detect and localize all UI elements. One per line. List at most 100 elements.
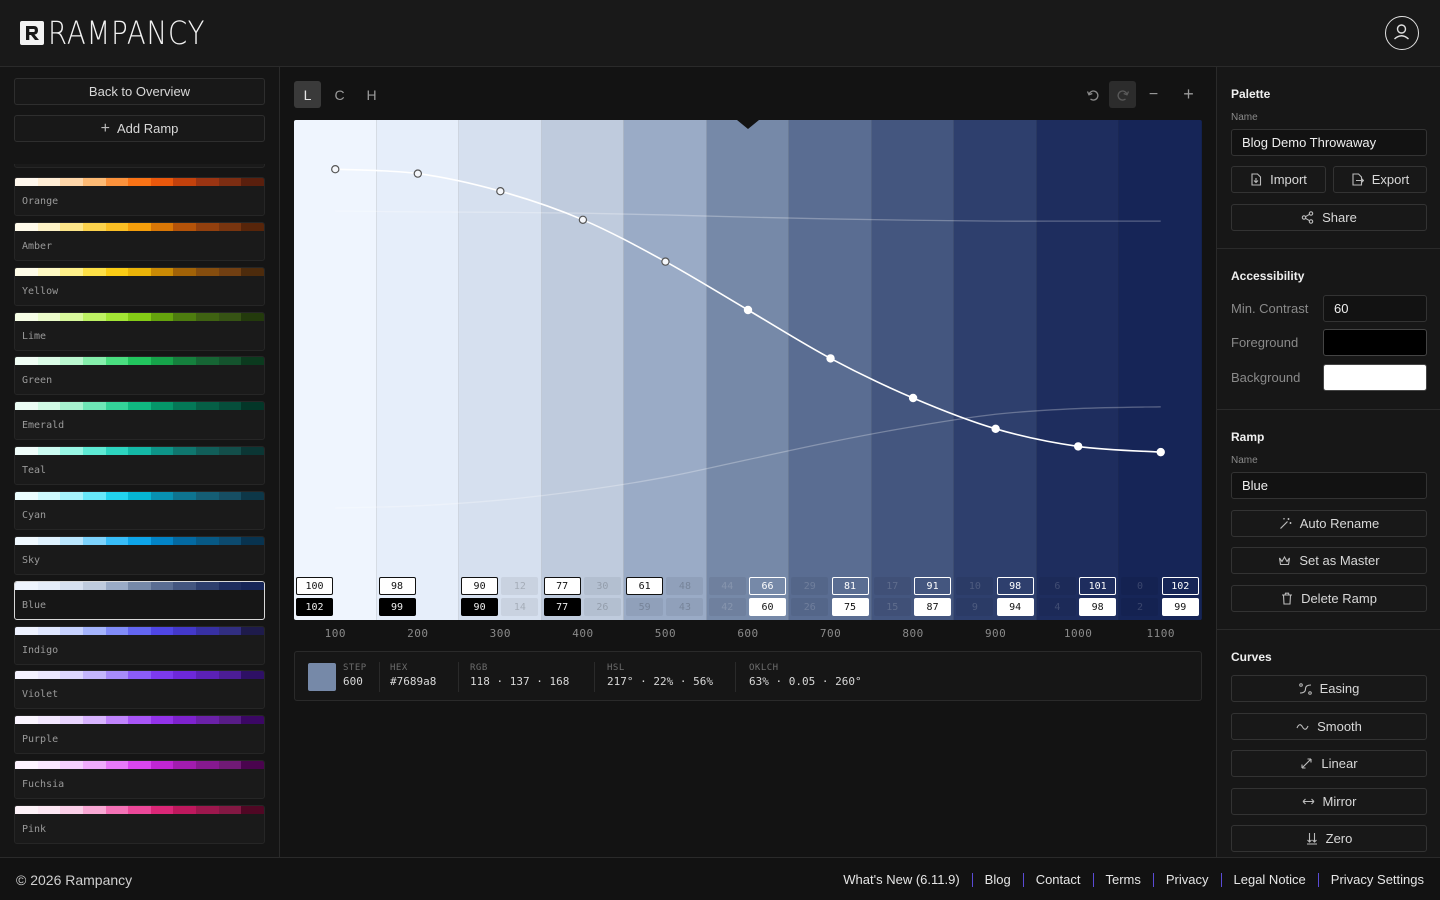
ramp-name: Sky xyxy=(22,554,41,566)
curve-point-1000[interactable] xyxy=(1073,442,1083,451)
ramp-item-orange[interactable]: Orange xyxy=(14,177,265,216)
ramp-item-amber[interactable]: Amber xyxy=(14,221,265,261)
curve-point-800[interactable] xyxy=(908,393,918,403)
curve-point-300[interactable] xyxy=(496,186,505,196)
info-rgb: RGB 118 · 137 · 168 xyxy=(470,663,569,688)
ramp-swatch xyxy=(173,447,197,456)
footer-link-privacy-settings[interactable]: Privacy Settings xyxy=(1331,872,1424,887)
rgb-value[interactable]: 118 · 137 · 168 xyxy=(470,675,569,688)
ramp-item-indigo[interactable]: Indigo xyxy=(14,625,265,665)
contrast-badge-on-dark: 90 xyxy=(461,598,499,616)
curve-point-700[interactable] xyxy=(826,354,835,363)
contrast-badge-on-dark: 15 xyxy=(873,598,911,616)
hsl-value[interactable]: 217° · 22% · 56% xyxy=(607,675,713,688)
share-button[interactable]: Share xyxy=(1231,204,1427,231)
ramp-swatch xyxy=(150,716,174,725)
background-color-picker[interactable] xyxy=(1323,364,1427,391)
oklch-value[interactable]: 63% · 0.05 · 260° xyxy=(749,675,862,688)
ramp-item-pink[interactable]: Pink xyxy=(14,804,265,844)
undo-button[interactable] xyxy=(1079,81,1106,108)
ramp-item-partial[interactable] xyxy=(14,164,265,168)
curve-plot[interactable] xyxy=(294,120,1202,620)
footer-link-legal-notice[interactable]: Legal Notice xyxy=(1234,872,1306,887)
curve-point-1100[interactable] xyxy=(1156,447,1165,457)
ramp-item-sky[interactable]: Sky xyxy=(14,535,265,575)
user-avatar-button[interactable] xyxy=(1385,16,1419,50)
curve-point-400[interactable] xyxy=(578,215,588,225)
zoom-in-button[interactable]: + xyxy=(1175,81,1202,108)
footer-link-separator xyxy=(971,872,973,887)
easing-label: Easing xyxy=(1319,681,1360,696)
ramp-swatch xyxy=(60,761,83,770)
lightness-curve-chart[interactable]: 1000102098099090129014773077266148594344… xyxy=(294,120,1202,620)
ramp-item-green[interactable]: Green xyxy=(14,356,265,396)
palette-name-input[interactable]: Blog Demo Throwaway xyxy=(1231,129,1427,156)
import-button[interactable]: Import xyxy=(1231,166,1326,193)
smooth-button[interactable]: Smooth xyxy=(1231,713,1427,740)
delete-ramp-button[interactable]: Delete Ramp xyxy=(1231,585,1427,612)
ramp-swatch xyxy=(241,536,264,545)
curve-point-900[interactable] xyxy=(991,424,1000,433)
linear-button[interactable]: Linear xyxy=(1231,750,1427,777)
curve-point-600[interactable] xyxy=(743,305,753,315)
ramp-swatch xyxy=(218,447,242,456)
hex-value[interactable]: #7689a8 xyxy=(390,675,436,688)
ramp-swatch xyxy=(150,805,174,814)
zoom-out-button[interactable]: − xyxy=(1140,81,1167,108)
tab-c[interactable]: C xyxy=(326,81,353,108)
ramp-swatch xyxy=(82,267,106,276)
mirror-button[interactable]: Mirror xyxy=(1231,788,1427,815)
ramp-swatch xyxy=(105,357,129,366)
easing-button[interactable]: Easing xyxy=(1231,675,1427,702)
back-to-overview-button[interactable]: Back to Overview xyxy=(14,78,265,105)
curve-point-500[interactable] xyxy=(661,257,670,266)
ramp-swatch xyxy=(173,626,197,635)
set-as-master-button[interactable]: Set as Master xyxy=(1231,547,1427,574)
add-ramp-button[interactable]: + Add Ramp xyxy=(14,115,265,142)
ramp-swatch-strip xyxy=(15,447,264,456)
zero-button[interactable]: Zero xyxy=(1231,825,1427,852)
curve-point-100[interactable] xyxy=(331,165,340,174)
ramp-swatch xyxy=(60,626,83,635)
ramp-item-teal[interactable]: Teal xyxy=(14,446,265,486)
contrast-badge-on-dark: 99 xyxy=(378,598,416,616)
diagonal-arrow-icon xyxy=(1301,758,1312,769)
ramp-item-fuchsia[interactable]: Fuchsia xyxy=(14,760,265,800)
ramp-swatch xyxy=(60,402,83,411)
footer-link-what-s-new-6-11-9[interactable]: What's New (6.11.9) xyxy=(843,872,959,887)
tab-l[interactable]: L xyxy=(294,81,321,108)
footer-link-contact[interactable]: Contact xyxy=(1036,872,1081,887)
ramp-item-violet[interactable]: Violet xyxy=(14,670,265,710)
foreground-color-picker[interactable] xyxy=(1323,329,1427,356)
curve-point-200[interactable] xyxy=(413,169,423,178)
redo-button[interactable] xyxy=(1109,81,1136,108)
logo[interactable]: RAMPANCY xyxy=(20,16,231,50)
ramp-name: Fuchsia xyxy=(22,779,65,791)
auto-rename-button[interactable]: Auto Rename xyxy=(1231,510,1427,537)
ramp-item-blue[interactable]: Blue xyxy=(14,580,265,620)
ramp-swatch xyxy=(173,178,197,186)
ramp-name: Violet xyxy=(22,689,59,701)
ramp-name-input[interactable]: Blue xyxy=(1231,472,1427,499)
ramp-item-cyan[interactable]: Cyan xyxy=(14,490,265,530)
ramp-name: Purple xyxy=(22,734,59,746)
contrast-badge-white: 17 xyxy=(873,577,911,595)
min-contrast-input[interactable]: 60 xyxy=(1323,295,1427,322)
ramp-swatch-strip xyxy=(15,805,264,814)
ramp-item-purple[interactable]: Purple xyxy=(14,715,265,755)
ramp-name: Cyan xyxy=(22,509,47,521)
footer-link-blog[interactable]: Blog xyxy=(985,872,1011,887)
ramp-list[interactable]: Orange Amber Yellow Lime Green Emerald Teal Cya… xyxy=(14,164,265,854)
app-header: RAMPANCY xyxy=(0,0,1440,67)
ramp-item-lime[interactable]: Lime xyxy=(14,311,265,351)
tab-h[interactable]: H xyxy=(358,81,385,108)
footer-link-privacy[interactable]: Privacy xyxy=(1166,872,1209,887)
ramp-item-yellow[interactable]: Yellow xyxy=(14,266,265,306)
export-button[interactable]: Export xyxy=(1333,166,1427,193)
step-tick-label: 300 xyxy=(489,627,512,640)
footer-link-terms[interactable]: Terms xyxy=(1106,872,1141,887)
ramp-item-emerald[interactable]: Emerald xyxy=(14,401,265,441)
ramp-swatch xyxy=(105,402,129,411)
ramp-name: Indigo xyxy=(22,644,59,656)
ramp-swatch xyxy=(82,626,106,635)
